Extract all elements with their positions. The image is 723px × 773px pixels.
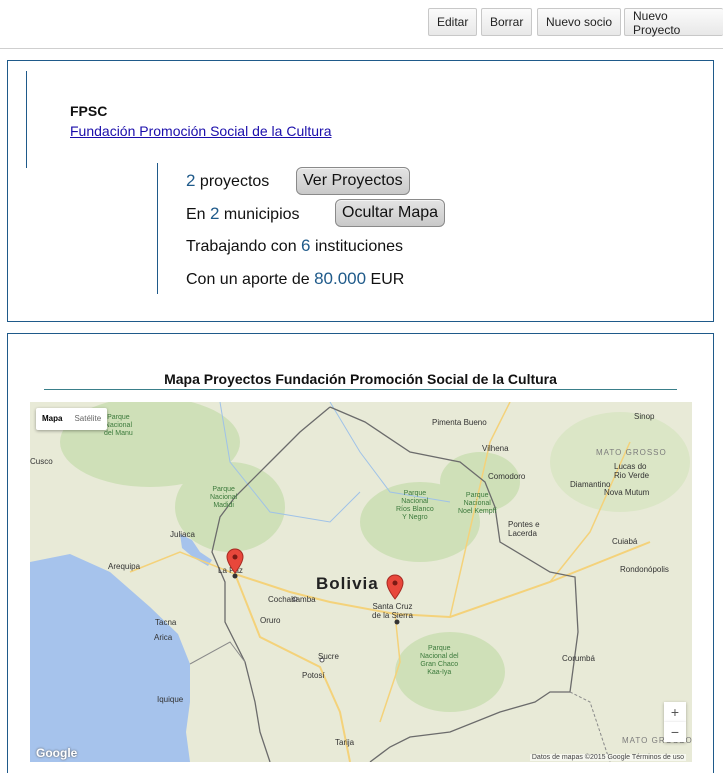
label-comodoro: Comodoro <box>488 472 526 481</box>
label-tarija: Tarija <box>335 738 355 747</box>
google-logo: Google <box>36 746 78 760</box>
country-label-bolivia: Bolivia <box>316 574 379 593</box>
label-madidi-park: Parque Nacional Madidi <box>210 486 238 509</box>
label-mato-grosso-north: MATO GROSSO <box>596 448 667 457</box>
contribution-amount: 80.000 <box>314 269 367 288</box>
view-projects-button[interactable]: Ver Proyectos <box>296 167 410 195</box>
projects-map[interactable]: Cusco Juliaca Arequipa La Paz Cochabamba… <box>30 402 692 762</box>
label-iquique: Iquique <box>157 695 184 704</box>
label-gran-chaco-park: Parque Nacional del Gran Chaco Kaa-Iya <box>420 645 459 676</box>
label-noel-kempff-park: Parque Nacional Noel Kempff <box>458 492 497 515</box>
zoom-out-button[interactable]: − <box>664 722 686 742</box>
new-partner-button[interactable]: Nuevo socio <box>537 8 622 36</box>
municipalities-stat: En 2 municipios <box>186 204 300 224</box>
institutions-prefix: Trabajando con <box>186 238 302 255</box>
institutions-count: 6 <box>301 236 311 255</box>
zoom-in-button[interactable]: + <box>664 702 686 722</box>
map-title: Mapa Proyectos Fundación Promoción Socia… <box>44 371 677 390</box>
label-manu-park: Parque Nacional del Manu <box>104 414 133 437</box>
map-type-control: Mapa Satélite <box>36 408 108 430</box>
organization-panel: FPSC Fundación Promoción Social de la Cu… <box>7 60 714 322</box>
contribution-stat: Con un aporte de 80.000 EUR <box>186 269 404 289</box>
label-cochabamba: Cochabamba <box>268 595 316 604</box>
left-accent-line <box>26 71 27 168</box>
contribution-prefix: Con un aporte de <box>186 271 315 288</box>
municipalities-prefix: En <box>186 206 211 223</box>
projects-stat: 2 proyectos <box>186 171 269 191</box>
toolbar: Editar Borrar Nuevo socio Nuevo Proyecto <box>0 0 723 49</box>
label-corumba: Corumbá <box>562 654 595 663</box>
map-type-satellite-button[interactable]: Satélite <box>68 408 107 430</box>
label-arequipa: Arequipa <box>108 562 141 571</box>
organization-name-link[interactable]: Fundación Promoción Social de la Cultura <box>70 123 331 139</box>
map-marker-la-paz[interactable] <box>226 548 244 574</box>
institutions-text: instituciones <box>310 238 404 255</box>
new-project-button[interactable]: Nuevo Proyecto <box>624 8 723 37</box>
contribution-currency: EUR <box>366 271 405 288</box>
label-arica: Arica <box>154 633 173 642</box>
label-oruro: Oruro <box>260 616 281 625</box>
institutions-stat: Trabajando con 6 instituciones <box>186 236 403 256</box>
label-nova-mutum: Nova Mutum <box>604 488 650 497</box>
label-juliaca: Juliaca <box>170 530 195 539</box>
map-marker-santa-cruz[interactable] <box>386 574 404 600</box>
label-potosi: Potosí <box>302 671 325 680</box>
label-lucas: Lucas do Rio Verde <box>614 462 650 480</box>
label-cusco: Cusco <box>30 457 53 466</box>
label-vilhena: Vilhena <box>482 444 509 453</box>
label-tacna: Tacna <box>155 618 177 627</box>
label-rios-blanco-park: Parque Nacional Ríos Blanco Y Negro <box>396 490 434 521</box>
organization-abbreviation: FPSC <box>70 103 108 119</box>
map-type-map-button[interactable]: Mapa <box>36 408 68 430</box>
edit-button[interactable]: Editar <box>428 8 478 36</box>
label-pimenta-bueno: Pimenta Bueno <box>432 418 487 427</box>
label-rondonopolis: Rondonópolis <box>620 565 669 574</box>
municipalities-text: municipios <box>219 206 300 223</box>
label-santa-cruz: Santa Cruz de la Sierra <box>372 602 413 620</box>
label-cuiaba: Cuiabá <box>612 537 638 546</box>
map-credits[interactable]: Datos de mapas ©2015 Google Términos de … <box>529 754 686 761</box>
label-sinop: Sinop <box>634 412 655 421</box>
projects-text: proyectos <box>195 173 270 190</box>
label-pontes-lacerda: Pontes e Lacerda <box>508 520 540 538</box>
map-panel: Mapa Proyectos Fundación Promoción Socia… <box>7 333 714 773</box>
delete-button[interactable]: Borrar <box>481 8 533 36</box>
stats-accent-line <box>157 163 158 294</box>
hide-map-button[interactable]: Ocultar Mapa <box>335 199 446 227</box>
label-sucre: Sucre <box>318 652 339 661</box>
